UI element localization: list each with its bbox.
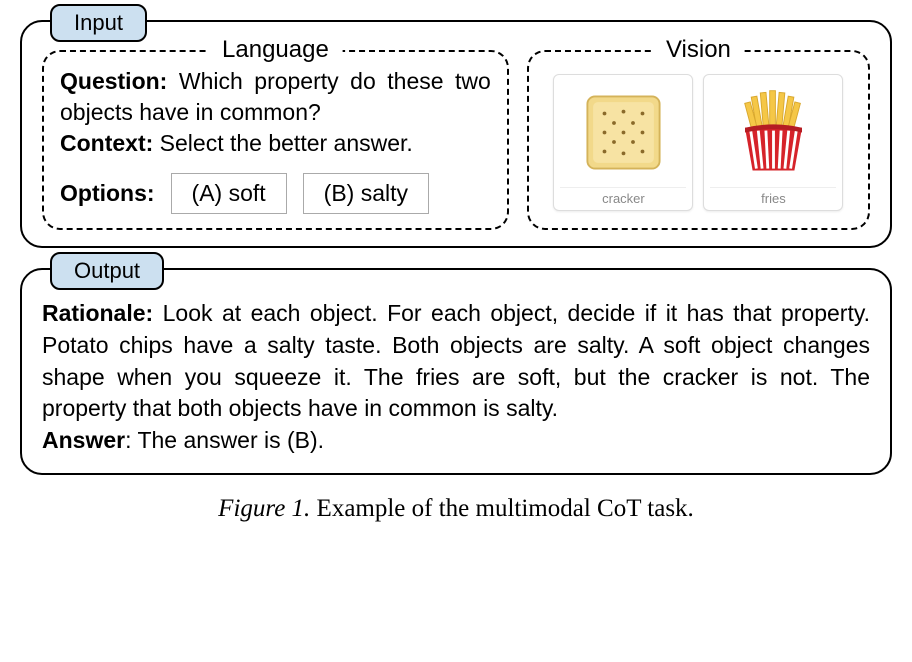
option-b: (B) salty [303,173,429,214]
context-text: Select the better answer. [160,130,413,156]
vision-item-cracker: cracker [553,74,693,211]
options-row: Options: (A) soft (B) salty [60,173,491,214]
language-box: Language Question: Which property do the… [42,50,509,230]
answer-line: Answer: The answer is (B). [42,425,870,457]
figure-caption: Figure 1. Example of the multimodal CoT … [20,495,892,523]
question-line: Question: Which property do these two ob… [60,66,491,128]
rationale-line: Rationale: Look at each object. For each… [42,298,870,425]
input-label: Input [50,4,147,42]
output-label: Output [50,252,164,290]
vision-box: Vision [527,50,870,230]
input-row: Language Question: Which property do the… [42,50,870,230]
context-label: Context: [60,130,153,156]
cracker-image [568,83,678,183]
context-line: Context: Select the better answer. [60,128,491,159]
vision-item-fries: fries [703,74,843,211]
output-card: Output Rationale: Look at each object. F… [20,268,892,475]
cracker-caption: cracker [560,187,686,206]
vision-label: Vision [652,36,745,64]
rationale-label: Rationale: [42,300,153,326]
question-label: Question: [60,68,167,94]
figure-caption-text: Example of the multimodal CoT task. [310,495,694,522]
fries-caption: fries [710,187,836,206]
options-label: Options: [60,180,155,207]
answer-label: Answer [42,427,125,453]
language-label: Language [208,36,343,64]
option-a: (A) soft [171,173,287,214]
answer-text: : The answer is (B). [125,427,324,453]
input-card: Input Language Question: Which property … [20,20,892,248]
figure-number: Figure 1. [218,495,310,522]
rationale-text: Look at each object. For each object, de… [42,300,870,421]
fries-image [718,83,828,183]
